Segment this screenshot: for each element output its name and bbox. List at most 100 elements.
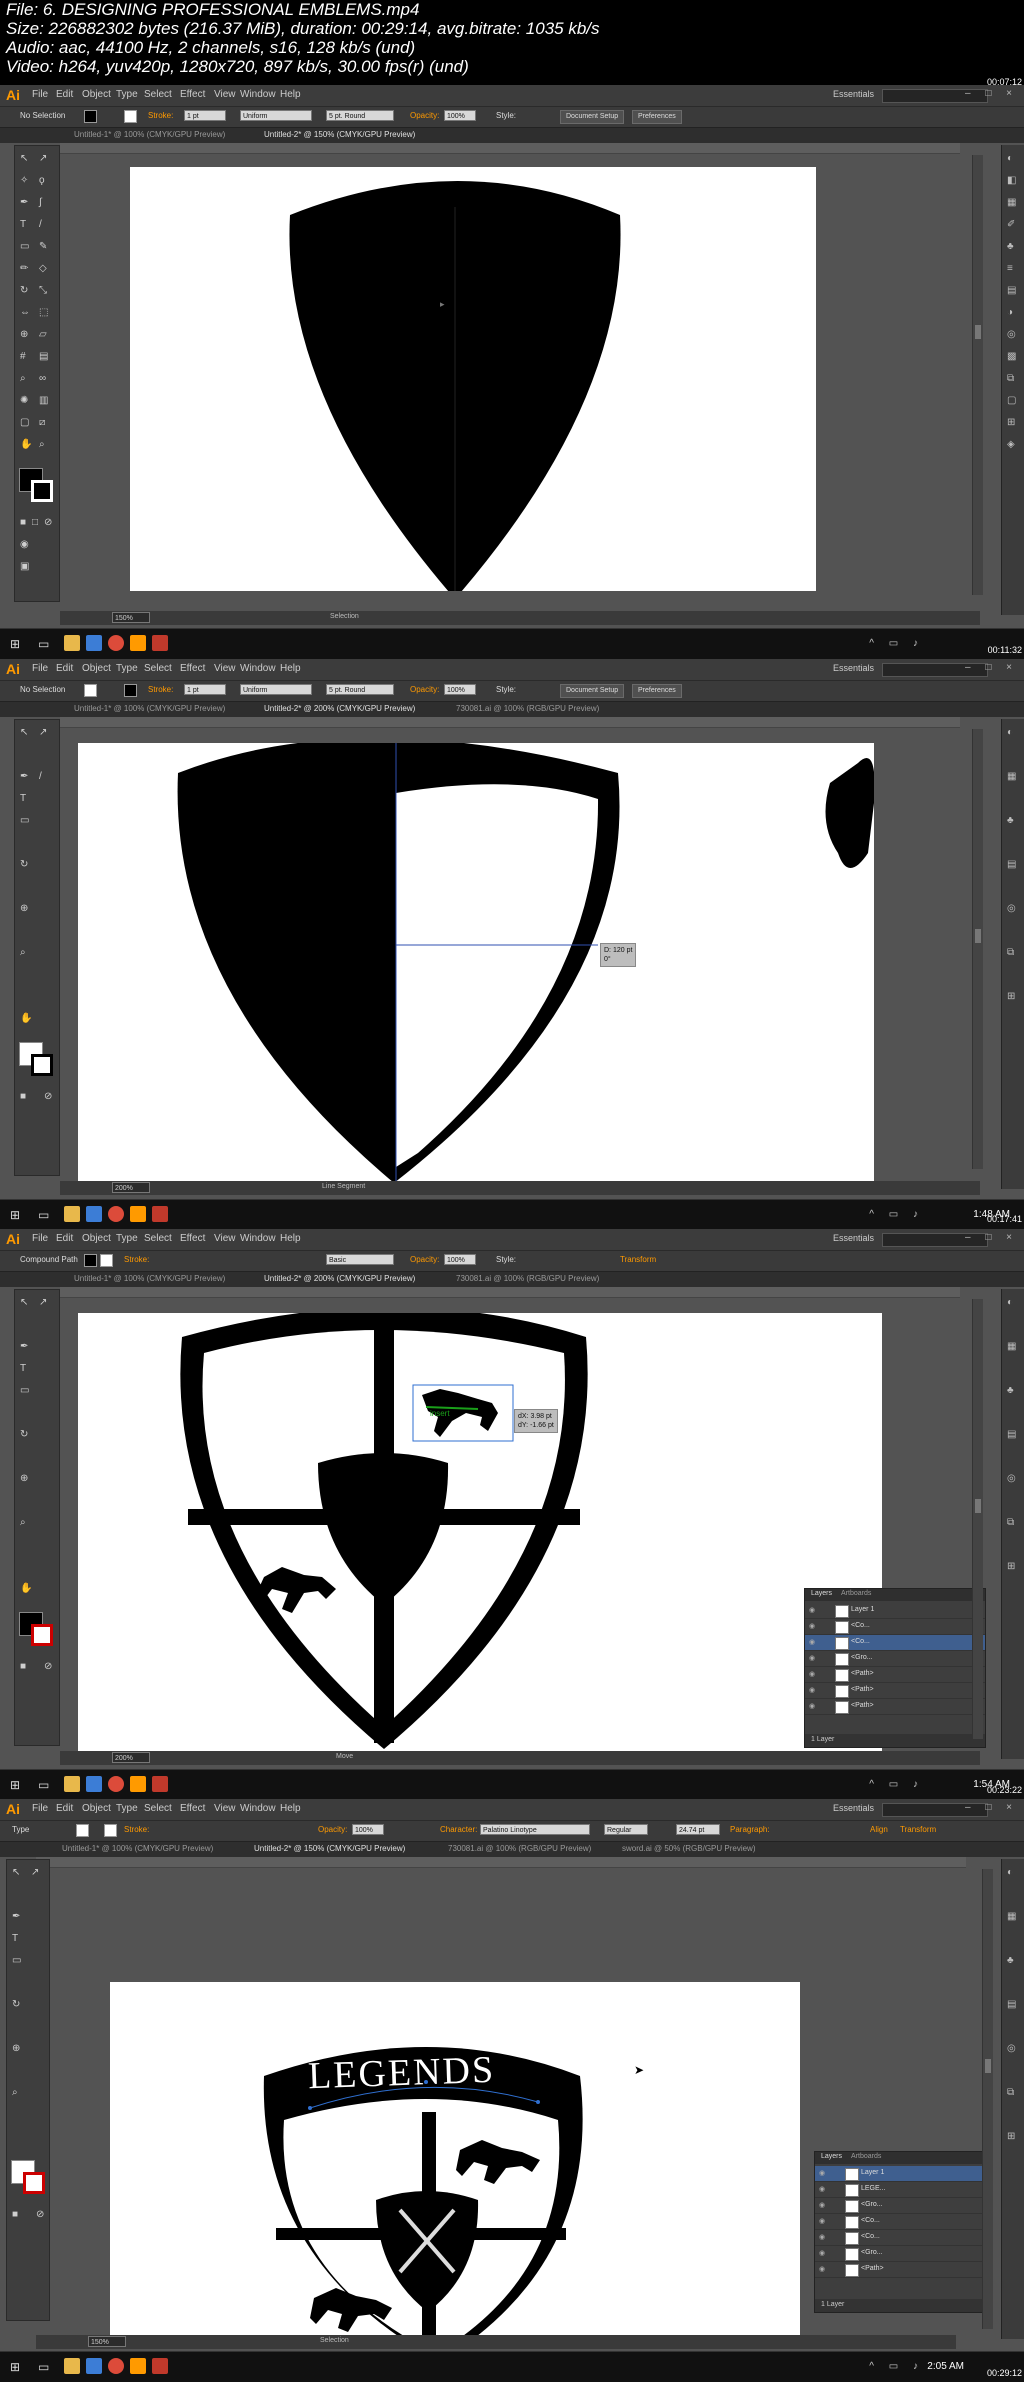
paragraph-link[interactable]: Paragraph: (730, 1825, 770, 1834)
perspective-icon[interactable]: ▱ (39, 330, 47, 340)
curvature-tool-icon[interactable]: ∫ (39, 198, 42, 208)
eyedropper-icon[interactable]: ⌕ (12, 2088, 18, 2098)
recorder-icon[interactable] (152, 2358, 168, 2374)
gradient-panel-icon[interactable]: ▤ (1007, 1429, 1016, 1440)
task-view-icon[interactable]: ▭ (38, 1778, 49, 1792)
menu-help[interactable]: Help (280, 1803, 301, 1814)
menu-window[interactable]: Window (240, 1233, 276, 1244)
stroke-swatch[interactable] (104, 1824, 117, 1837)
preferences-button[interactable]: Preferences (632, 684, 682, 698)
fill-swatch[interactable] (84, 1254, 97, 1267)
layer-row[interactable]: ◉ <Path> (805, 1699, 985, 1715)
zoom-field[interactable]: 200% (112, 1182, 150, 1193)
swatches-icon[interactable]: ▦ (1007, 197, 1016, 208)
stroke-label[interactable]: Stroke: (124, 1825, 149, 1834)
menu-file[interactable]: File (32, 1803, 48, 1814)
opacity-label[interactable]: Opacity: (318, 1825, 347, 1834)
brushes-icon[interactable]: ✐ (1007, 219, 1015, 230)
tab-untitled-2[interactable]: Untitled-2* @ 200% (CMYK/GPU Preview) (264, 1274, 415, 1283)
menu-window[interactable]: Window (240, 1803, 276, 1814)
align-panel-icon[interactable]: ⊞ (1007, 1561, 1015, 1572)
window-controls[interactable]: – □ × (965, 88, 1018, 99)
chrome-icon[interactable] (108, 635, 124, 651)
vertical-scrollbar[interactable] (972, 729, 983, 1169)
tab-sword[interactable]: sword.ai @ 50% (RGB/GPU Preview) (622, 1844, 756, 1853)
layers-panel-icon[interactable]: ⧉ (1007, 1517, 1014, 1528)
menu-type[interactable]: Type (116, 663, 138, 674)
line-tool-icon[interactable]: / (39, 220, 42, 230)
rotate-icon[interactable]: ↻ (20, 860, 28, 870)
brush-select[interactable]: 5 pt. Round (326, 684, 394, 695)
symbols-icon[interactable]: ♣ (1007, 815, 1014, 826)
layer-row[interactable]: ◉ LEGE... (815, 2182, 985, 2198)
color-mode-icon[interactable]: ■ (20, 1092, 26, 1102)
draw-mode-icon[interactable]: ◉ (20, 540, 29, 550)
transparency-icon[interactable]: ◑ (1007, 307, 1013, 318)
layer-row[interactable]: ◉ <Gro... (805, 1651, 985, 1667)
zoom-field[interactable]: 200% (112, 1752, 150, 1763)
rectangle-tool-icon[interactable]: ▭ (20, 1386, 29, 1396)
tab-untitled-1[interactable]: Untitled-1* @ 100% (CMYK/GPU Preview) (74, 1274, 225, 1283)
window-controls[interactable]: – □ × (965, 662, 1018, 673)
swatches-icon[interactable]: ▦ (1007, 1341, 1016, 1352)
stroke-label[interactable]: Stroke: (124, 1255, 149, 1264)
direct-selection-tool-icon[interactable]: ↗ (39, 154, 47, 164)
align-link[interactable]: Align (870, 1825, 888, 1834)
appearance-icon[interactable]: ◎ (1007, 903, 1016, 914)
rectangle-tool-icon[interactable]: ▭ (20, 816, 29, 826)
menu-view[interactable]: View (214, 1803, 236, 1814)
transform-link[interactable]: Transform (900, 1825, 936, 1834)
menu-edit[interactable]: Edit (56, 1803, 73, 1814)
align-panel-icon[interactable]: ⊞ (1007, 991, 1015, 1002)
gradient-icon[interactable]: ▤ (39, 352, 48, 362)
recorder-icon[interactable] (152, 1776, 168, 1792)
appearance-icon[interactable]: ◎ (1007, 1473, 1016, 1484)
shape-builder-icon[interactable]: ⊕ (12, 2044, 20, 2054)
layer-row[interactable]: ◉ <Gro... (815, 2198, 985, 2214)
fill-swatch[interactable] (84, 684, 97, 697)
tab-untitled-1[interactable]: Untitled-1* @ 100% (CMYK/GPU Preview) (62, 1844, 213, 1853)
tray-icons[interactable]: ^ ▭ ♪ (869, 2361, 924, 2372)
task-view-icon[interactable]: ▭ (38, 637, 49, 651)
menu-effect[interactable]: Effect (180, 1803, 205, 1814)
rectangle-tool-icon[interactable]: ▭ (20, 242, 29, 252)
shape-builder-icon[interactable]: ⊕ (20, 330, 28, 340)
stroke-label[interactable]: Stroke: (148, 685, 173, 694)
none-mode-icon[interactable]: ⊘ (44, 1662, 52, 1672)
artboards-panel-icon[interactable]: ▢ (1007, 395, 1016, 406)
store-icon[interactable] (86, 2358, 102, 2374)
artboards-tab[interactable]: Artboards (851, 2153, 881, 2160)
menu-help[interactable]: Help (280, 663, 301, 674)
paintbrush-icon[interactable]: ✎ (39, 242, 47, 252)
stroke-swatch[interactable] (100, 1254, 113, 1267)
transform-link[interactable]: Transform (620, 1255, 656, 1264)
eyedropper-icon[interactable]: ⌕ (20, 374, 26, 384)
zoom-tool-icon[interactable]: ⌕ (39, 440, 45, 450)
shape-builder-icon[interactable]: ⊕ (20, 904, 28, 914)
stroke-panel-icon[interactable]: ≡ (1007, 263, 1013, 274)
menu-type[interactable]: Type (116, 1233, 138, 1244)
opacity-label[interactable]: Opacity: (410, 1255, 439, 1264)
mesh-icon[interactable]: # (20, 352, 26, 362)
menu-effect[interactable]: Effect (180, 663, 205, 674)
menu-edit[interactable]: Edit (56, 89, 73, 100)
font-size-field[interactable]: 24.74 pt (676, 1824, 720, 1835)
rotate-icon[interactable]: ↻ (12, 2000, 20, 2010)
menu-window[interactable]: Window (240, 89, 276, 100)
tab-untitled-2[interactable]: Untitled-2* @ 150% (CMYK/GPU Preview) (264, 130, 415, 139)
menu-select[interactable]: Select (144, 1803, 172, 1814)
explorer-icon[interactable] (64, 1206, 80, 1222)
symbols-icon[interactable]: ♣ (1007, 1385, 1014, 1396)
gradient-panel-icon[interactable]: ▤ (1007, 1999, 1016, 2010)
gradient-mode-icon[interactable]: □ (32, 518, 38, 528)
layer-row-selected[interactable]: ◉ <Co... (805, 1635, 985, 1651)
menu-object[interactable]: Object (82, 663, 111, 674)
pen-tool-icon[interactable]: ✒ (12, 1912, 20, 1922)
eyedropper-icon[interactable]: ⌕ (20, 1518, 26, 1528)
line-tool-icon[interactable]: / (39, 772, 42, 782)
direct-selection-tool-icon[interactable]: ↗ (39, 728, 47, 738)
illustrator-taskbar-icon[interactable] (130, 2358, 146, 2374)
menu-object[interactable]: Object (82, 89, 111, 100)
menu-edit[interactable]: Edit (56, 1233, 73, 1244)
workspace-switcher[interactable]: Essentials (833, 1233, 874, 1243)
